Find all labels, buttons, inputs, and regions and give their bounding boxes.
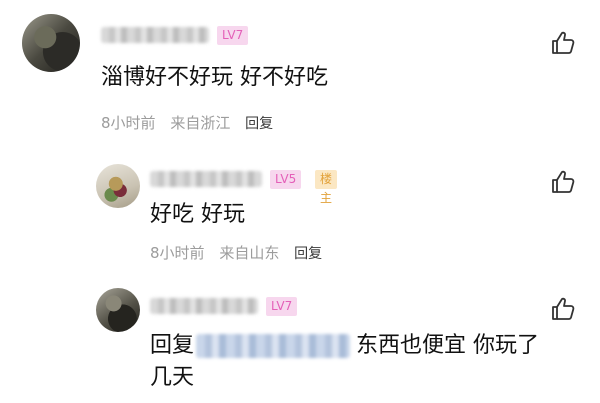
- reply-prefix: 回复: [150, 333, 195, 358]
- thumbs-up-icon[interactable]: [550, 30, 576, 56]
- comment-location: 来自浙江: [170, 114, 231, 132]
- reply-button[interactable]: 回复: [294, 246, 322, 262]
- mentioned-user-blurred[interactable]: [196, 334, 351, 358]
- comment-time: 8小时前: [101, 114, 156, 132]
- username-blurred[interactable]: [150, 298, 258, 314]
- username-blurred[interactable]: [101, 27, 209, 43]
- level-badge: LV5: [270, 170, 302, 189]
- comment-location: 来自山东: [219, 244, 280, 262]
- thumbs-up-icon[interactable]: [550, 296, 576, 322]
- comment-thread: LV7 淄博好不好玩 好不好吃 8小时前 来自浙江 回复 LV5 楼主 好吃 好…: [0, 0, 600, 403]
- comment-time: 8小时前: [150, 244, 205, 262]
- comment-meta: 8小时前 来自浙江 回复: [101, 112, 273, 133]
- owner-badge: 楼主: [315, 170, 338, 205]
- comment-text: 回复 东西也便宜 你玩了: [150, 330, 539, 362]
- comment-meta: 8小时前 来自山东 回复: [150, 242, 322, 263]
- avatar[interactable]: [96, 288, 140, 332]
- comment-text-after-mention: 东西也便宜 你玩了: [356, 333, 540, 358]
- comment-text: 好吃 好玩: [150, 202, 245, 227]
- comment-text-line2: 几天: [150, 365, 195, 390]
- level-badge: LV7: [266, 297, 298, 316]
- username-blurred[interactable]: [150, 171, 262, 187]
- comment-text: 淄博好不好玩 好不好吃: [101, 65, 328, 90]
- thumbs-up-icon[interactable]: [550, 169, 576, 195]
- avatar[interactable]: [96, 164, 140, 208]
- avatar[interactable]: [22, 14, 80, 72]
- level-badge: LV7: [217, 26, 249, 45]
- reply-button[interactable]: 回复: [245, 116, 273, 132]
